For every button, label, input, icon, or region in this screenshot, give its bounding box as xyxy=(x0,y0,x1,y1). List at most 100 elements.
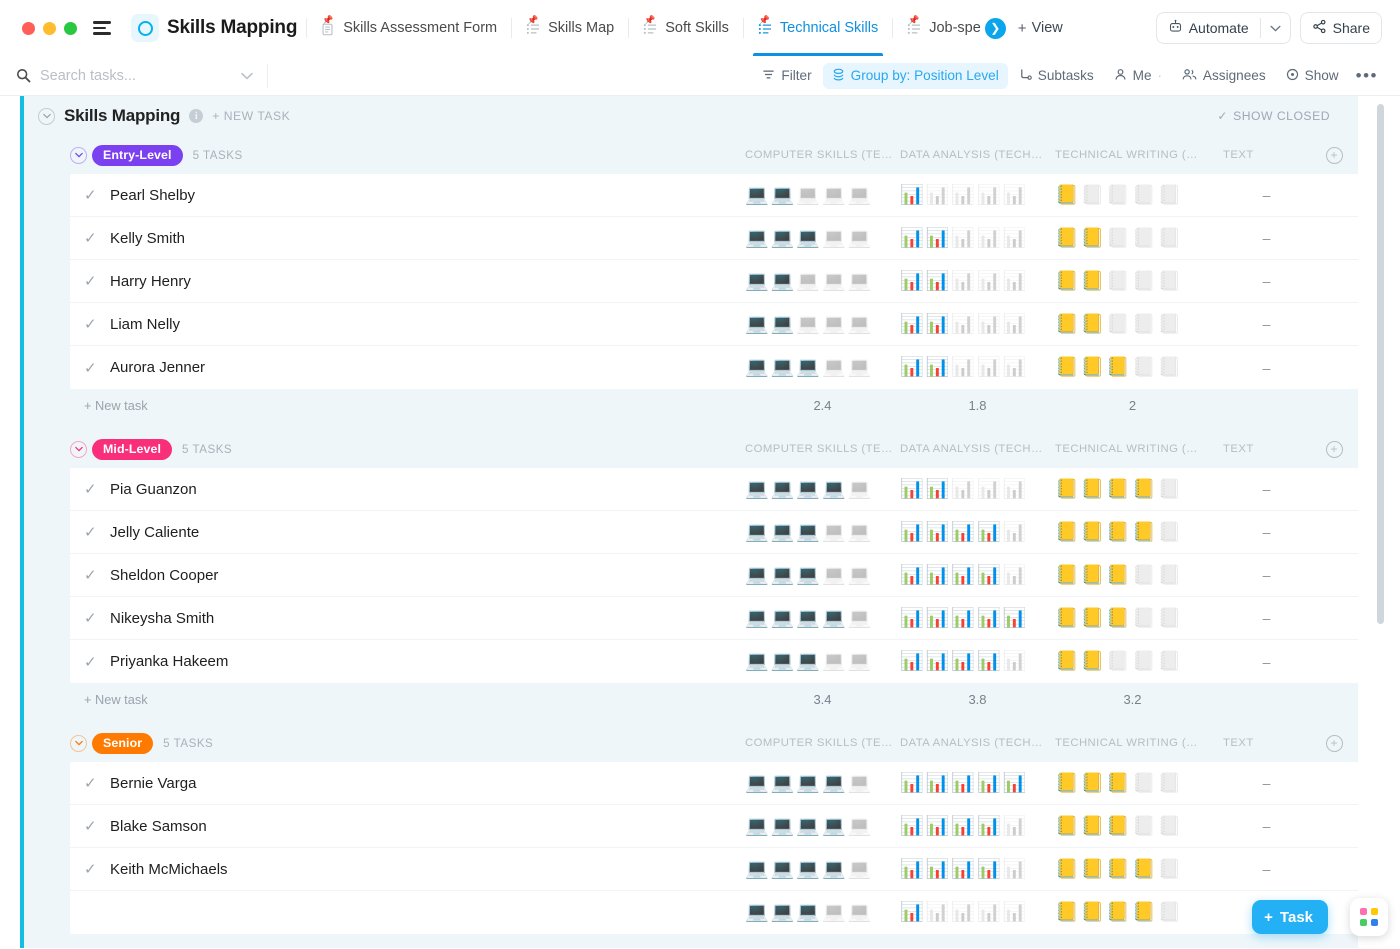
rating-unit-writing[interactable]: 📒 xyxy=(1158,229,1182,248)
assignees-filter-button[interactable]: Assignees xyxy=(1173,63,1275,89)
task-complete-check-icon[interactable]: ✓ xyxy=(84,186,110,204)
rating-data[interactable]: 📊📊📊📊📊 xyxy=(900,315,1026,334)
rating-unit-writing[interactable]: 📒 xyxy=(1106,186,1130,205)
rating-unit-writing[interactable]: 📒 xyxy=(1055,186,1079,205)
rating-unit-data[interactable]: 📊 xyxy=(951,903,975,922)
cell-computer-skills[interactable]: 💻💻💻💻💻 xyxy=(745,817,900,836)
cell-computer-skills[interactable]: 💻💻💻💻💻 xyxy=(745,652,900,671)
rating-data[interactable]: 📊📊📊📊📊 xyxy=(900,272,1026,291)
rating-unit-computer[interactable]: 💻 xyxy=(822,315,846,334)
rating-unit-data[interactable]: 📊 xyxy=(951,817,975,836)
rating-unit-writing[interactable]: 📒 xyxy=(1055,315,1079,334)
rating-unit-data[interactable]: 📊 xyxy=(926,652,950,671)
rating-computer[interactable]: 💻💻💻💻💻 xyxy=(745,358,871,377)
cell-computer-skills[interactable]: 💻💻💻💻💻 xyxy=(745,860,900,879)
cell-text[interactable]: – xyxy=(1210,360,1310,376)
rating-writing[interactable]: 📒📒📒📒📒 xyxy=(1055,480,1181,499)
rating-unit-writing[interactable]: 📒 xyxy=(1055,229,1079,248)
cell-data-analysis[interactable]: 📊📊📊📊📊 xyxy=(900,186,1055,205)
rating-unit-computer[interactable]: 💻 xyxy=(848,272,872,291)
rating-unit-data[interactable]: 📊 xyxy=(951,480,975,499)
task-complete-check-icon[interactable]: ✓ xyxy=(84,272,110,290)
rating-unit-computer[interactable]: 💻 xyxy=(796,523,820,542)
rating-unit-data[interactable]: 📊 xyxy=(977,272,1001,291)
rating-unit-computer[interactable]: 💻 xyxy=(848,817,872,836)
rating-unit-computer[interactable]: 💻 xyxy=(848,229,872,248)
rating-unit-writing[interactable]: 📒 xyxy=(1132,480,1156,499)
rating-unit-computer[interactable]: 💻 xyxy=(796,860,820,879)
column-header-data[interactable]: DATA ANALYSIS (TECH… xyxy=(900,737,1055,749)
rating-unit-computer[interactable]: 💻 xyxy=(771,566,795,585)
rating-unit-data[interactable]: 📊 xyxy=(900,272,924,291)
close-window-button[interactable] xyxy=(22,22,35,35)
rating-data[interactable]: 📊📊📊📊📊 xyxy=(900,609,1026,628)
table-row[interactable]: 💻💻💻💻💻📊📊📊📊📊📒📒📒📒📒 xyxy=(70,891,1358,934)
rating-unit-writing[interactable]: 📒 xyxy=(1106,229,1130,248)
rating-writing[interactable]: 📒📒📒📒📒 xyxy=(1055,315,1181,334)
rating-unit-writing[interactable]: 📒 xyxy=(1132,860,1156,879)
tab-skills-assessment-form[interactable]: 📌 Skills Assessment Form xyxy=(310,0,508,56)
task-complete-check-icon[interactable]: ✓ xyxy=(84,653,110,671)
rating-unit-data[interactable]: 📊 xyxy=(951,609,975,628)
cell-text[interactable]: – xyxy=(1210,230,1310,246)
add-column-button[interactable]: + xyxy=(1326,441,1343,458)
rating-unit-computer[interactable]: 💻 xyxy=(848,609,872,628)
rating-unit-computer[interactable]: 💻 xyxy=(822,817,846,836)
task-complete-check-icon[interactable]: ✓ xyxy=(84,315,110,333)
rating-unit-writing[interactable]: 📒 xyxy=(1106,774,1130,793)
rating-unit-writing[interactable]: 📒 xyxy=(1055,480,1079,499)
rating-unit-data[interactable]: 📊 xyxy=(926,609,950,628)
table-row[interactable]: ✓Kelly Smith💻💻💻💻💻📊📊📊📊📊📒📒📒📒📒– xyxy=(70,217,1358,260)
cell-text[interactable]: – xyxy=(1210,654,1310,670)
table-row[interactable]: ✓Nikeysha Smith💻💻💻💻💻📊📊📊📊📊📒📒📒📒📒– xyxy=(70,597,1358,640)
table-row[interactable]: ✓Aurora Jenner💻💻💻💻💻📊📊📊📊📊📒📒📒📒📒– xyxy=(70,346,1358,389)
cell-technical-writing[interactable]: 📒📒📒📒📒 xyxy=(1055,358,1210,377)
rating-unit-data[interactable]: 📊 xyxy=(1003,652,1027,671)
rating-unit-writing[interactable]: 📒 xyxy=(1106,609,1130,628)
column-header-writing[interactable]: TECHNICAL WRITING (… xyxy=(1055,443,1210,455)
add-column-button[interactable]: + xyxy=(1326,735,1343,752)
rating-unit-data[interactable]: 📊 xyxy=(900,315,924,334)
rating-unit-data[interactable]: 📊 xyxy=(977,903,1001,922)
task-name[interactable]: Priyanka Hakeem xyxy=(110,653,745,670)
rating-unit-writing[interactable]: 📒 xyxy=(1055,358,1079,377)
rating-data[interactable]: 📊📊📊📊📊 xyxy=(900,480,1026,499)
task-complete-check-icon[interactable]: ✓ xyxy=(84,860,110,878)
rating-unit-data[interactable]: 📊 xyxy=(1003,480,1027,499)
rating-unit-writing[interactable]: 📒 xyxy=(1132,817,1156,836)
rating-unit-writing[interactable]: 📒 xyxy=(1132,186,1156,205)
cell-data-analysis[interactable]: 📊📊📊📊📊 xyxy=(900,358,1055,377)
rating-computer[interactable]: 💻💻💻💻💻 xyxy=(745,566,871,585)
rating-unit-computer[interactable]: 💻 xyxy=(848,523,872,542)
column-header-text[interactable]: TEXT xyxy=(1210,443,1310,455)
vertical-scrollbar-track[interactable] xyxy=(1385,96,1392,948)
rating-writing[interactable]: 📒📒📒📒📒 xyxy=(1055,358,1181,377)
add-task-fab[interactable]: + Task xyxy=(1252,900,1328,934)
rating-writing[interactable]: 📒📒📒📒📒 xyxy=(1055,523,1181,542)
rating-unit-computer[interactable]: 💻 xyxy=(822,566,846,585)
rating-unit-data[interactable]: 📊 xyxy=(977,186,1001,205)
search-input[interactable] xyxy=(40,68,192,84)
rating-unit-computer[interactable]: 💻 xyxy=(822,358,846,377)
rating-unit-data[interactable]: 📊 xyxy=(951,523,975,542)
rating-unit-computer[interactable]: 💻 xyxy=(822,186,846,205)
tab-job-specific[interactable]: 📌 Job-spe xyxy=(896,0,992,56)
collapse-group-chevron-down-icon[interactable] xyxy=(70,441,87,458)
table-row[interactable]: ✓Sheldon Cooper💻💻💻💻💻📊📊📊📊📊📒📒📒📒📒– xyxy=(70,554,1358,597)
rating-unit-writing[interactable]: 📒 xyxy=(1132,609,1156,628)
rating-unit-computer[interactable]: 💻 xyxy=(822,523,846,542)
rating-data[interactable]: 📊📊📊📊📊 xyxy=(900,229,1026,248)
rating-data[interactable]: 📊📊📊📊📊 xyxy=(900,774,1026,793)
task-name[interactable]: Harry Henry xyxy=(110,273,745,290)
rating-unit-computer[interactable]: 💻 xyxy=(796,774,820,793)
rating-unit-data[interactable]: 📊 xyxy=(1003,272,1027,291)
task-complete-check-icon[interactable]: ✓ xyxy=(84,523,110,541)
rating-unit-writing[interactable]: 📒 xyxy=(1158,609,1182,628)
rating-unit-computer[interactable]: 💻 xyxy=(796,272,820,291)
rating-unit-computer[interactable]: 💻 xyxy=(771,523,795,542)
rating-data[interactable]: 📊📊📊📊📊 xyxy=(900,860,1026,879)
rating-unit-computer[interactable]: 💻 xyxy=(745,358,769,377)
rating-unit-computer[interactable]: 💻 xyxy=(822,903,846,922)
rating-unit-data[interactable]: 📊 xyxy=(926,229,950,248)
cell-text[interactable]: – xyxy=(1210,818,1310,834)
